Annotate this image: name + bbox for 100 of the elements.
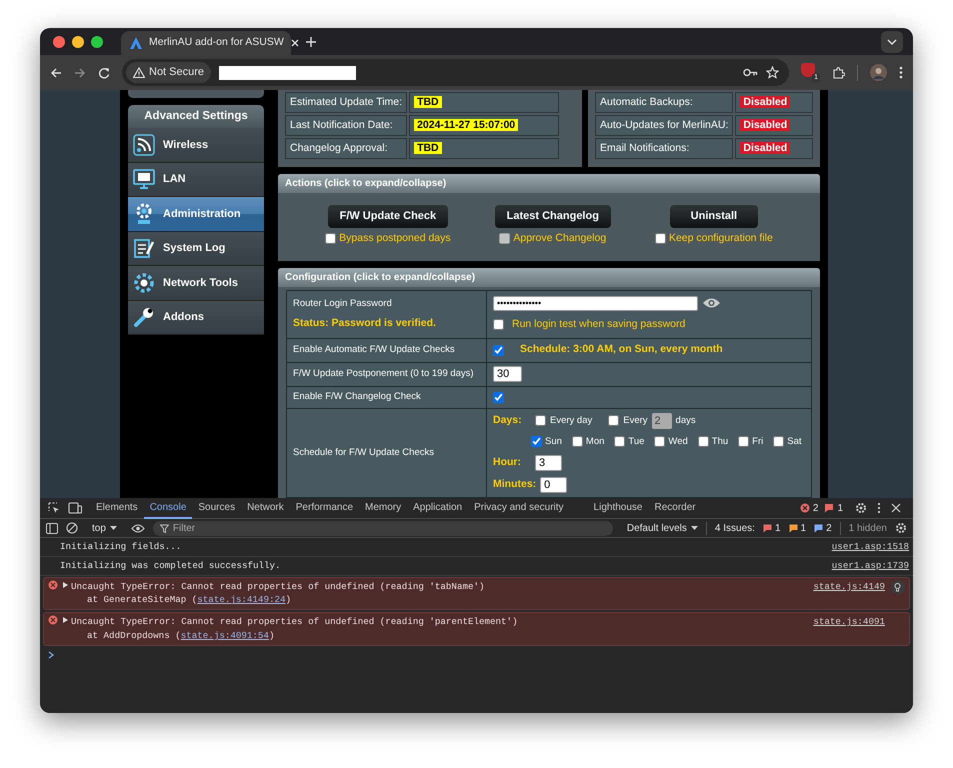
message-icon xyxy=(788,524,798,532)
issues-button[interactable]: 4 Issues: xyxy=(714,520,755,536)
sidebar-item[interactable]: Wireless xyxy=(128,128,264,162)
action-button[interactable]: Latest Changelog xyxy=(494,205,611,228)
checkbox-label: Tue xyxy=(628,434,644,449)
levels-dropdown[interactable]: Default levels xyxy=(626,520,698,536)
hour-field[interactable]: 3 xyxy=(535,455,562,471)
devtools-tab[interactable]: Sources xyxy=(192,498,242,518)
back-icon[interactable] xyxy=(50,66,62,78)
source-link[interactable]: state.js:4149 xyxy=(813,580,885,594)
new-tab-icon[interactable] xyxy=(305,36,317,48)
checkbox-label: Run login test when saving password xyxy=(512,316,686,332)
error-message: Uncaught TypeError: Cannot read properties of undefined (reading 'parentElement') xyxy=(71,615,519,629)
status-text: Status: Password is verified. xyxy=(293,316,437,331)
settings-icon[interactable] xyxy=(895,522,907,534)
puzzle-icon[interactable] xyxy=(832,66,845,79)
warning-count: 1 xyxy=(837,502,843,516)
checkbox[interactable] xyxy=(325,233,336,244)
forward-icon[interactable] xyxy=(74,66,86,78)
device-icon[interactable] xyxy=(68,502,82,514)
sidebar-item[interactable]: Administration xyxy=(128,197,264,232)
checkbox[interactable] xyxy=(572,436,583,448)
devtools-tab[interactable]: Privacy and security xyxy=(468,498,570,518)
minutes-field[interactable]: 0 xyxy=(540,477,568,493)
eye-icon[interactable] xyxy=(130,524,145,532)
lightbulb-icon[interactable] xyxy=(891,580,905,594)
action-button[interactable]: Uninstall xyxy=(670,205,758,228)
status-label: Automatic Backups: xyxy=(595,92,734,113)
source-link[interactable]: state.js:4091:54 xyxy=(180,630,269,641)
issue-count: 2 xyxy=(826,522,832,536)
devtools-tab[interactable]: Recorder xyxy=(648,498,702,518)
console-message: Initializing was completed successfully. xyxy=(60,558,282,573)
expand-icon[interactable] xyxy=(63,582,68,588)
devtools-tab[interactable]: Network xyxy=(241,498,290,518)
number-field[interactable]: 30 xyxy=(493,366,522,382)
prompt-icon[interactable] xyxy=(48,650,54,659)
checkbox-label: Approve Changelog xyxy=(513,231,606,246)
filter-field[interactable]: Filter xyxy=(152,520,613,536)
reload-icon[interactable] xyxy=(98,66,110,78)
checkbox-label: Keep configuration file xyxy=(668,231,773,246)
checkbox[interactable] xyxy=(773,436,784,448)
tab-menu-button[interactable] xyxy=(881,30,903,52)
devtools-tab[interactable]: Application xyxy=(407,498,468,518)
inspect-icon[interactable] xyxy=(48,502,60,514)
devtools-tab[interactable]: Console xyxy=(144,498,192,518)
checkbox[interactable] xyxy=(531,436,542,448)
checkbox[interactable] xyxy=(654,233,666,244)
hidden-count: 1 hidden xyxy=(848,522,887,536)
minutes-label: Minutes: xyxy=(493,477,536,492)
checkbox[interactable] xyxy=(654,436,666,448)
settings-icon[interactable] xyxy=(855,502,867,514)
source-link[interactable]: user1.asp:1739 xyxy=(832,558,909,573)
source-link[interactable]: state.js:4149:24 xyxy=(197,594,286,606)
sidebar-item[interactable]: LAN xyxy=(128,162,264,197)
error-count: 2 xyxy=(812,502,818,516)
sidebar-item[interactable]: System Log xyxy=(128,232,264,266)
eye-icon[interactable] xyxy=(702,297,721,310)
checkbox[interactable] xyxy=(493,344,504,356)
source-link[interactable]: state.js:4091 xyxy=(813,615,885,629)
checkbox[interactable] xyxy=(493,319,504,330)
checkbox[interactable] xyxy=(614,436,626,448)
checkbox[interactable] xyxy=(493,392,504,403)
schedule-note: Schedule: 3:00 AM, on Sun, every month xyxy=(520,342,723,358)
close-icon[interactable] xyxy=(290,38,300,48)
maximize-window-button[interactable] xyxy=(91,36,103,48)
sidebar-icon[interactable] xyxy=(46,522,58,534)
action-button[interactable]: F/W Update Check xyxy=(328,205,448,228)
expand-icon[interactable] xyxy=(63,617,68,624)
devtools-tab[interactable]: Lighthouse xyxy=(588,498,648,518)
devtools-tab[interactable]: Memory xyxy=(359,498,408,518)
star-icon[interactable] xyxy=(766,66,779,79)
checkbox-label: Bypass postponed days xyxy=(339,231,451,246)
error-icon xyxy=(48,615,58,626)
context-selector[interactable]: top xyxy=(92,520,117,536)
avatar-icon[interactable] xyxy=(870,64,887,81)
more-icon[interactable] xyxy=(877,502,881,514)
password-field[interactable]: •••••••••••••• xyxy=(493,296,698,311)
checkbox[interactable] xyxy=(738,436,750,448)
status-label: Auto-Updates for MerlinAU: xyxy=(595,115,734,136)
devtools-tab[interactable]: Elements xyxy=(90,498,144,518)
status-label: Last Notification Date: xyxy=(285,115,408,136)
checkbox[interactable] xyxy=(535,415,546,426)
field-label: F/W Update Postponement (0 to 199 days) xyxy=(293,367,475,382)
security-chip[interactable]: Not Secure xyxy=(126,62,212,83)
more-icon[interactable] xyxy=(899,66,903,79)
source-link[interactable]: user1.asp:1518 xyxy=(832,540,909,554)
close-icon[interactable] xyxy=(891,503,901,513)
clear-icon[interactable] xyxy=(66,522,78,534)
console-message: Initializing fields... xyxy=(60,540,182,554)
checkbox[interactable] xyxy=(698,436,709,448)
minimize-window-button[interactable] xyxy=(72,36,84,48)
wireless-icon xyxy=(133,134,155,156)
field-label: Enable Automatic F/W Update Checks xyxy=(293,343,456,358)
sidebar-item[interactable]: Addons xyxy=(128,300,264,335)
issue-count: 1 xyxy=(800,522,806,536)
close-window-button[interactable] xyxy=(53,36,65,48)
key-icon[interactable] xyxy=(743,68,758,77)
sidebar-item[interactable]: Network Tools xyxy=(128,266,264,300)
checkbox-label: Fri xyxy=(752,434,764,449)
devtools-tab[interactable]: Performance xyxy=(290,498,360,518)
